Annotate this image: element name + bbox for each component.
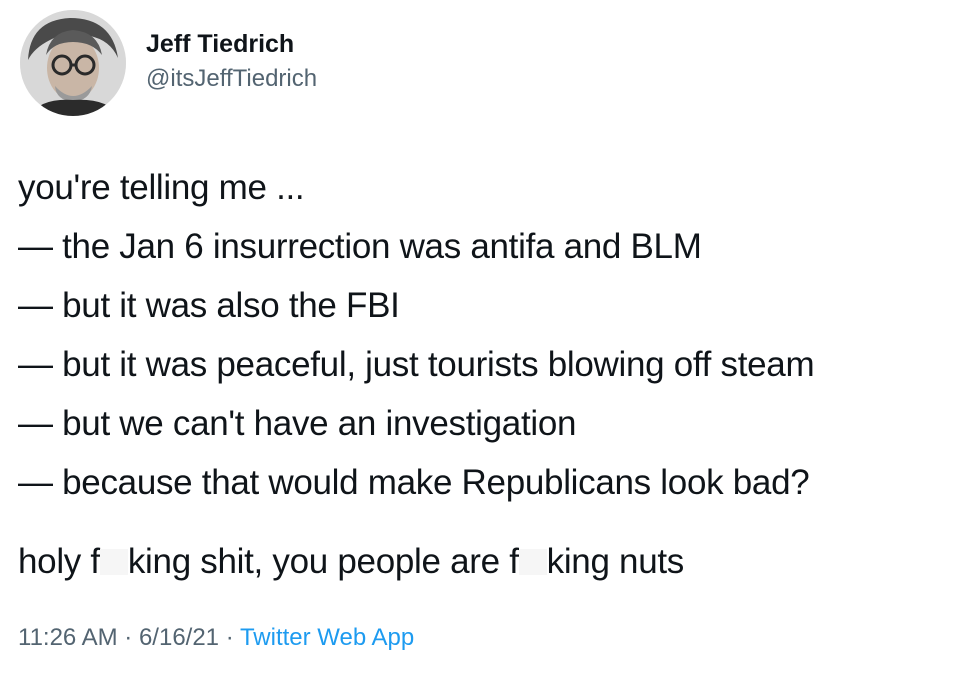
tweet-line: — the Jan 6 insurrection was antifa and … bbox=[18, 227, 702, 266]
tweet-text: you're telling me ... — the Jan 6 insurr… bbox=[18, 158, 948, 584]
final-text-part: king shit, you people are f bbox=[127, 542, 519, 581]
tweet-line: — but it was peaceful, just tourists blo… bbox=[18, 345, 815, 384]
censor-block bbox=[518, 549, 547, 575]
tweet-line: you're telling me ... bbox=[18, 168, 305, 207]
author-block: Jeff Tiedrich @itsJeffTiedrich bbox=[146, 28, 317, 95]
tweet-source-link[interactable]: Twitter Web App bbox=[240, 624, 414, 651]
tweet-line: — but it was also the FBI bbox=[18, 286, 400, 325]
tweet-line: — but we can't have an investigation bbox=[18, 404, 577, 443]
tweet-final-line: holy f king shit, you people are f king nu… bbox=[18, 540, 948, 584]
censor-block bbox=[99, 549, 128, 575]
tweet-time[interactable]: 11:26 AM bbox=[18, 624, 118, 651]
meta-separator: · bbox=[117, 624, 139, 651]
meta-separator: · bbox=[219, 624, 240, 651]
tweet-header: Jeff Tiedrich @itsJeffTiedrich bbox=[20, 10, 920, 120]
user-handle[interactable]: @itsJeffTiedrich bbox=[146, 63, 317, 95]
final-text-part: king nuts bbox=[546, 542, 685, 581]
tweet-line: — because that would make Republicans lo… bbox=[18, 463, 810, 502]
tweet-date[interactable]: 6/16/21 bbox=[139, 624, 219, 651]
avatar-image bbox=[20, 10, 126, 116]
display-name[interactable]: Jeff Tiedrich bbox=[146, 28, 317, 60]
tweet-meta: 11:26 AM · 6/16/21 · Twitter Web App bbox=[18, 622, 414, 654]
avatar[interactable] bbox=[20, 10, 126, 116]
final-text-part: holy f bbox=[18, 542, 100, 581]
